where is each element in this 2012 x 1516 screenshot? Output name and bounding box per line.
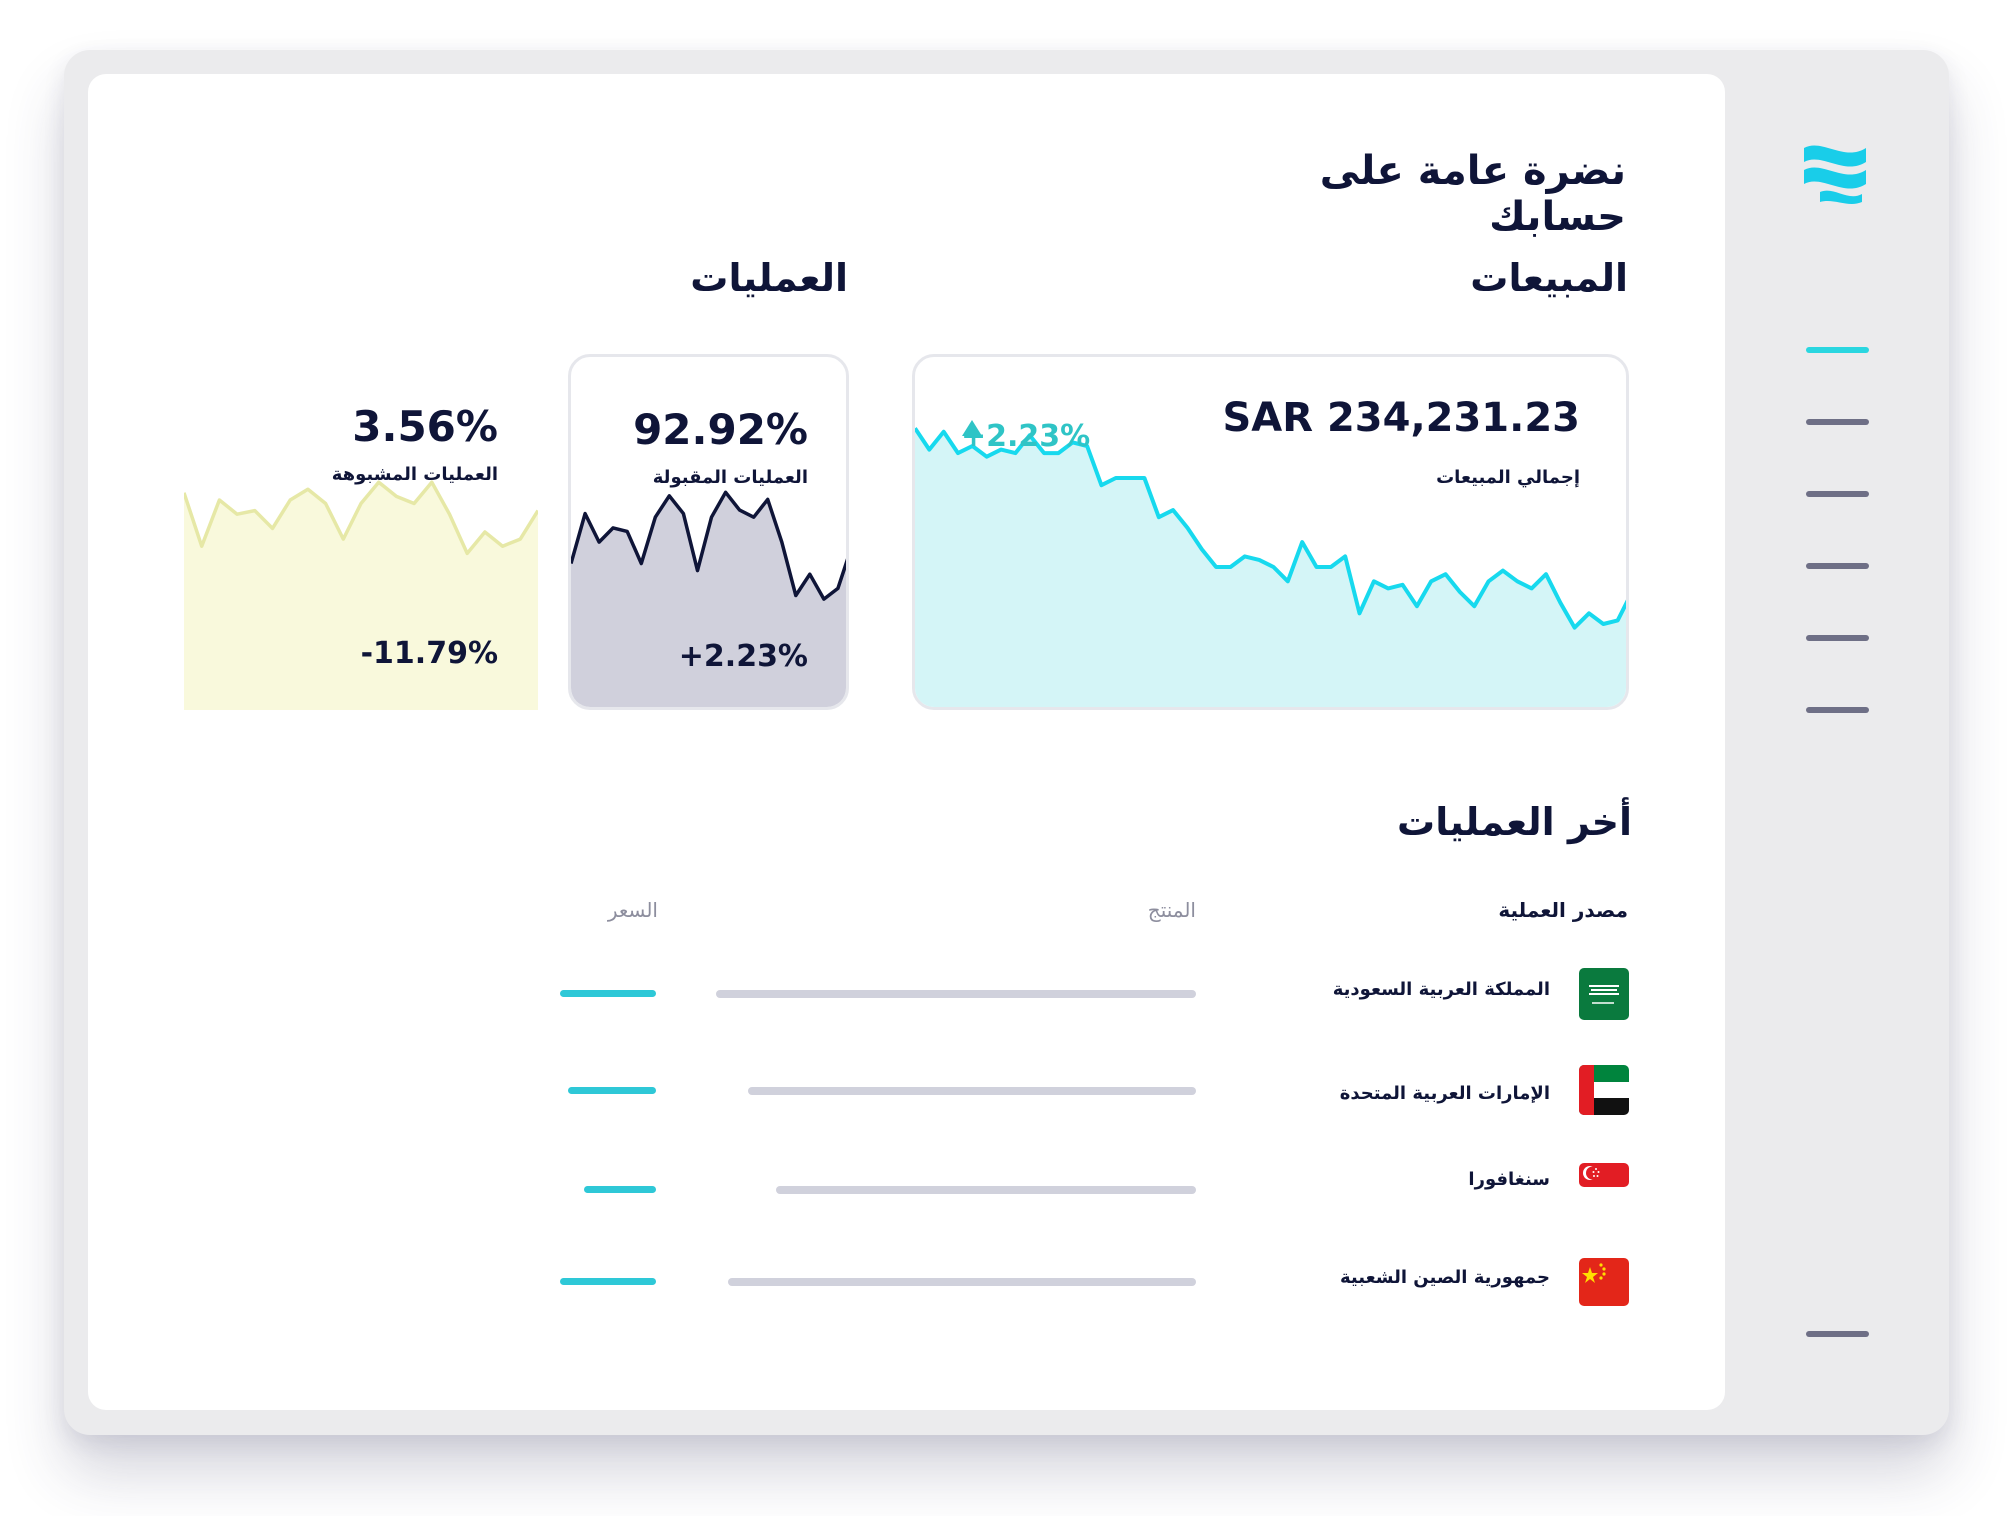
country-name: سنغافورا (1468, 1169, 1550, 1190)
sidebar-item-bottom[interactable] (1806, 1331, 1869, 1337)
operations-section-title: العمليات (690, 256, 848, 300)
sales-section-title: المبيعات (1470, 256, 1628, 300)
accepted-change: +2.23% (678, 639, 808, 674)
product-placeholder (728, 1278, 1196, 1286)
price-placeholder (560, 1278, 656, 1285)
suspicious-operations-card[interactable]: 3.56% العمليات المشبوهة -11.79% (184, 354, 538, 710)
suspicious-change: -11.79% (360, 636, 498, 671)
sidebar-item-5[interactable] (1806, 635, 1869, 641)
triangle-up-icon (962, 420, 982, 436)
suspicious-value: 3.56% (352, 402, 498, 451)
page-title: نضرة عامة على حسابك (1319, 148, 1626, 240)
country-name: المملكة العربية السعودية (1332, 979, 1550, 1000)
column-header-price: السعر (607, 898, 658, 922)
sales-total-value: SAR 234,231.23 (1222, 395, 1580, 441)
sidebar-item-overview[interactable] (1806, 347, 1869, 353)
sidebar-item-3[interactable] (1806, 491, 1869, 497)
price-placeholder (584, 1186, 656, 1193)
accepted-value: 92.92% (633, 405, 808, 454)
country-name: جمهورية الصين الشعبية (1339, 1267, 1550, 1288)
singapore-flag-icon (1579, 1163, 1629, 1187)
product-placeholder (748, 1087, 1196, 1095)
china-flag-icon (1579, 1258, 1629, 1306)
sales-total-label: إجمالي المبيعات (1436, 467, 1580, 488)
column-header-source: مصدر العملية (1498, 898, 1628, 922)
sidebar-item-2[interactable] (1806, 419, 1869, 425)
accepted-operations-card[interactable]: 92.92% العمليات المقبولة +2.23% (568, 354, 849, 710)
latest-operations-title: أخر العمليات (1397, 800, 1632, 844)
logo-icon[interactable] (1800, 140, 1872, 206)
suspicious-label: العمليات المشبوهة (331, 464, 498, 485)
sales-change: +2.23% (961, 419, 1090, 454)
price-placeholder (568, 1087, 656, 1094)
uae-flag-icon (1579, 1065, 1629, 1115)
sales-card[interactable]: SAR 234,231.23 إجمالي المبيعات +2.23% (912, 354, 1629, 710)
sidebar-item-4[interactable] (1806, 563, 1869, 569)
column-header-product: المنتج (1147, 898, 1196, 922)
accepted-label: العمليات المقبولة (652, 467, 808, 488)
product-placeholder (776, 1186, 1196, 1194)
product-placeholder (716, 990, 1196, 998)
country-name: الإمارات العربية المتحدة (1339, 1083, 1550, 1104)
sidebar-item-6[interactable] (1806, 707, 1869, 713)
saudi-flag-icon (1579, 968, 1629, 1020)
price-placeholder (560, 990, 656, 997)
